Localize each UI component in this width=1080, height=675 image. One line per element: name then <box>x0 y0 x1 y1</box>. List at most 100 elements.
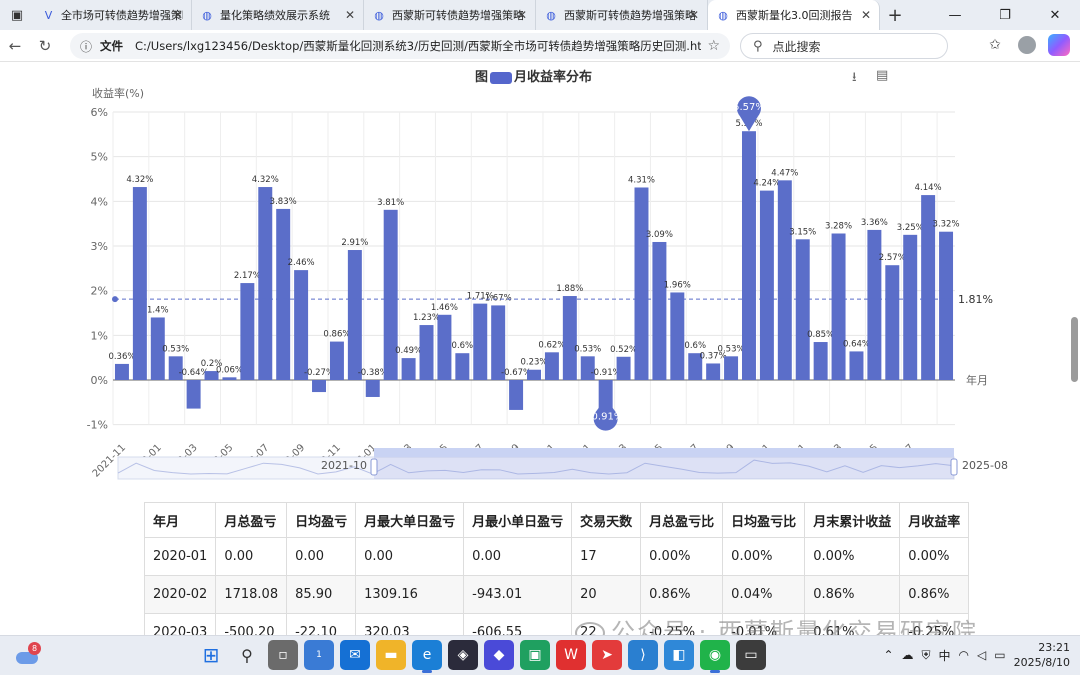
table-cell: 17 <box>571 537 642 576</box>
table-header-cell: 年月 <box>143 502 217 538</box>
table-cell: 0.00% <box>804 537 901 576</box>
bar-data-label: 4.14% <box>915 183 942 193</box>
battery-icon[interactable]: ▭ <box>994 648 1005 662</box>
bar-data-label: 1.67% <box>485 293 512 303</box>
min-marker-label: -0.91% <box>588 412 623 423</box>
chart-bar <box>509 380 524 410</box>
chart-bar <box>741 131 756 380</box>
bar-data-label: 0.06% <box>216 365 243 375</box>
wechat-icon[interactable]: ◉ <box>700 640 730 673</box>
store-icon[interactable]: 1 <box>304 640 334 670</box>
chart-bar <box>258 187 273 380</box>
bar-data-label: 1.46% <box>431 303 458 313</box>
cloud-sync-icon[interactable]: ☁ <box>902 648 914 662</box>
store-badge: 1 <box>316 650 322 660</box>
chart-bar <box>885 265 900 380</box>
bar-data-label: 1.96% <box>664 280 691 290</box>
bar-data-label: 2.91% <box>341 238 368 248</box>
chart-bar <box>813 342 828 380</box>
chart-bar <box>652 241 667 380</box>
cube-app-icon[interactable]: ◈ <box>448 640 478 670</box>
bar-data-label: 3.25% <box>897 223 924 233</box>
vscode-icon[interactable]: ⟩ <box>628 640 658 670</box>
chart-title: 图 月收益率分布 <box>475 66 592 85</box>
x-axis-title: 年月 <box>966 373 988 387</box>
chart-bar <box>634 187 649 380</box>
mail-icon[interactable]: ✉ <box>340 640 370 670</box>
chart-bar <box>294 270 309 380</box>
chart-bar <box>401 358 416 380</box>
table-cell: -943.01 <box>463 575 573 614</box>
zoom-handle-left[interactable] <box>370 458 378 476</box>
terminal-icon[interactable]: ▭ <box>736 640 766 670</box>
zoom-slider-window <box>374 457 954 479</box>
start-icon[interactable]: ⊞ <box>196 640 226 670</box>
chart-bar <box>849 351 864 380</box>
bar-data-label: 4.32% <box>126 175 153 185</box>
bar-data-label: 2.57% <box>879 253 906 263</box>
search-icon[interactable]: ⚲ <box>232 640 262 670</box>
table-cell: 0.00 <box>355 537 465 576</box>
clock[interactable]: 23:21 2025/8/10 <box>1014 640 1070 670</box>
table-header-cell: 日均盈亏 <box>286 502 357 538</box>
chart-bar <box>777 180 792 380</box>
table-cell: 2020-01 <box>143 537 217 576</box>
wps-icon[interactable]: W <box>556 640 586 670</box>
table-cell: 0.86% <box>804 575 901 614</box>
edge-icon[interactable]: e <box>412 640 442 673</box>
bar-data-label: -0.64% <box>179 368 209 378</box>
bar-data-label: 0.36% <box>108 352 135 362</box>
bar-data-label: 0.52% <box>610 345 637 355</box>
bar-data-label: 4.31% <box>628 175 655 185</box>
chart-bar <box>616 356 631 380</box>
ime-indicator[interactable]: 中 <box>939 647 951 664</box>
bar-data-label: 0.6% <box>452 341 474 351</box>
table-cell: 2020-02 <box>143 575 217 614</box>
chart-bar <box>544 352 559 380</box>
chart-bar <box>903 234 918 380</box>
red-app-icon[interactable]: ➤ <box>592 640 622 670</box>
chart-title-right: 月收益率分布 <box>514 70 593 85</box>
green-app-icon[interactable]: ▣ <box>520 640 550 670</box>
table-header-cell: 月收益率 <box>899 502 970 538</box>
data-view-icon[interactable]: ▤ <box>876 68 888 83</box>
chevron-up-icon[interactable]: ⌃ <box>883 648 893 662</box>
chart-bar <box>939 231 954 380</box>
weather-widget[interactable]: 8 <box>14 642 41 666</box>
y-tick-label: 5% <box>91 151 108 164</box>
chart-bar <box>455 353 470 380</box>
table-cell: 0.86% <box>899 575 970 614</box>
bar-data-label: 3.83% <box>270 197 297 207</box>
table-cell: 1309.16 <box>355 575 465 614</box>
ai-app-icon[interactable]: ◆ <box>484 640 514 670</box>
task-view-icon[interactable]: ▫ <box>268 640 298 670</box>
folder-icon[interactable]: ▬ <box>376 640 406 670</box>
table-header-cell: 月最大单日盈亏 <box>355 502 465 538</box>
table-cell: 0.00% <box>899 537 970 576</box>
wifi-icon[interactable]: ◠ <box>959 648 969 662</box>
chart-bar <box>670 292 685 380</box>
bar-data-label: 3.32% <box>933 220 960 230</box>
chart-bar <box>240 283 255 380</box>
shield-icon[interactable]: ⛨ <box>922 648 931 663</box>
bar-data-label: 1.23% <box>413 313 440 323</box>
chart-bar <box>562 296 577 380</box>
y-axis-title: 收益率(%) <box>92 86 144 100</box>
chart-bar <box>527 369 541 380</box>
volume-icon[interactable]: ◁ <box>977 648 986 662</box>
table-cell: 0.00% <box>640 537 724 576</box>
time-text: 23:21 <box>1038 641 1070 654</box>
chart-bar <box>419 325 434 380</box>
bar-data-label: 4.32% <box>252 175 279 185</box>
table-cell: 85.90 <box>286 575 357 614</box>
zoom-end-label: 2025-08 <box>962 459 1008 472</box>
y-tick-label: -1% <box>87 419 108 432</box>
blue-app-icon[interactable]: ◧ <box>664 640 694 670</box>
download-icon[interactable]: ⭳ <box>852 68 857 90</box>
bar-data-label: 0.86% <box>323 330 350 340</box>
bar-data-label: 1.88% <box>556 284 583 294</box>
chart-bar <box>795 239 810 380</box>
zoom-handle-right[interactable] <box>950 458 958 476</box>
bar-data-label: -0.67% <box>501 368 531 378</box>
mean-line-start <box>112 296 118 303</box>
